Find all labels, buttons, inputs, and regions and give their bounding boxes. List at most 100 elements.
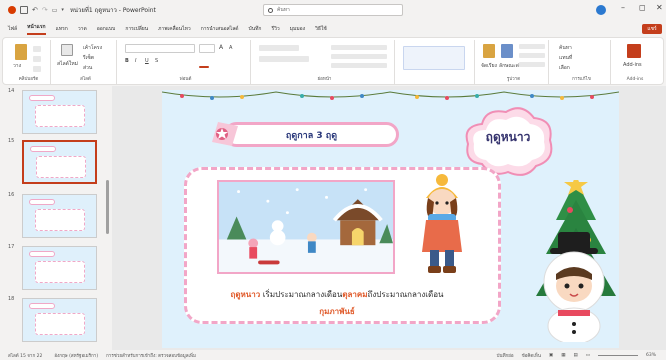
- bold-icon[interactable]: B: [125, 58, 129, 64]
- snowman-kid-illustration: [543, 232, 605, 342]
- autosave-icon[interactable]: [8, 6, 16, 14]
- thumb-picture: [35, 261, 85, 283]
- search-placeholder: ค้นหา: [277, 7, 290, 13]
- minimize-icon[interactable]: –: [621, 3, 625, 12]
- ribbon-tabs: ไฟล์ หน้าแรก แทรก วาด ออกแบบ การเปลี่ยน …: [0, 22, 666, 36]
- body-text-part2: ถึงประมาณกลางเดือน: [367, 290, 444, 299]
- smartart-icon[interactable]: [331, 63, 387, 68]
- font-size-field[interactable]: [199, 44, 215, 53]
- winter-girl-illustration: [422, 174, 462, 273]
- text-direction-icon[interactable]: [331, 45, 387, 50]
- paste-icon[interactable]: [15, 44, 27, 60]
- zoom-slider[interactable]: [597, 355, 638, 356]
- zoom-level[interactable]: 63%: [646, 353, 656, 358]
- language-indicator[interactable]: อังกฤษ (สหรัฐอเมริกา): [54, 352, 98, 359]
- align-text-icon[interactable]: [331, 54, 387, 59]
- thumb-picture: [35, 209, 85, 231]
- new-slide-icon[interactable]: [61, 44, 73, 56]
- slide-thumbnail[interactable]: [22, 298, 97, 342]
- section-button[interactable]: ส่วน: [83, 64, 92, 72]
- italic-icon[interactable]: I: [135, 58, 136, 64]
- arrange-icon[interactable]: [483, 44, 495, 58]
- tab-file[interactable]: ไฟล์: [8, 25, 17, 33]
- slideshow-icon[interactable]: ▭: [586, 353, 590, 358]
- paste-label: วาง: [13, 63, 22, 69]
- group-label-font: ฟอนต์: [179, 77, 192, 82]
- thumb-header: [29, 251, 55, 257]
- search-box[interactable]: ค้นหา: [263, 4, 403, 16]
- close-icon[interactable]: ✕: [656, 3, 663, 12]
- reading-view-icon[interactable]: ▤: [573, 353, 577, 358]
- comments-button[interactable]: ข้อคิดเห็น: [522, 352, 541, 359]
- share-button[interactable]: แชร์: [642, 24, 662, 34]
- tab-animations[interactable]: ภาพเคลื่อนไหว: [158, 25, 191, 33]
- editing-group: ค้นหา แทนที่ เลือก การแก้ไข: [553, 40, 611, 84]
- decrease-font-icon[interactable]: A: [229, 45, 232, 51]
- thumb-number: 15: [8, 138, 15, 144]
- current-slide[interactable]: ฤดูกาล 3 ฤดู ฤดูหนาว ฤดูหนาว เริ่มประมาณ…: [162, 90, 619, 348]
- group-label-editing: การแก้ไข: [572, 77, 591, 82]
- shapes-group: [399, 40, 475, 84]
- shadow-icon[interactable]: S: [155, 58, 158, 64]
- tab-insert[interactable]: แทรก: [56, 25, 68, 33]
- underline-icon[interactable]: U: [145, 58, 149, 64]
- tab-draw[interactable]: วาด: [78, 25, 87, 33]
- increase-font-icon[interactable]: A: [219, 44, 223, 51]
- replace-button[interactable]: แทนที่: [559, 54, 572, 62]
- redo-icon[interactable]: ↷: [42, 6, 48, 14]
- thumb-number: 17: [8, 244, 15, 250]
- avatar[interactable]: [596, 5, 606, 15]
- layout-button[interactable]: เค้าโครง: [83, 44, 102, 52]
- tab-help[interactable]: วิธีใช้: [315, 25, 327, 33]
- winter-scene-picture[interactable]: [217, 180, 395, 274]
- slide-thumbnail[interactable]: [22, 194, 97, 238]
- format-painter-icon[interactable]: [33, 66, 41, 72]
- slide-thumbnail[interactable]: [22, 246, 97, 290]
- shape-effects-icon[interactable]: [519, 62, 545, 67]
- group-label-paragraph: ย่อหน้า: [317, 77, 332, 82]
- clipboard-group: วาง คลิปบอร์ด: [7, 40, 51, 84]
- font-name-field[interactable]: [125, 44, 195, 53]
- tab-review[interactable]: รีวิว: [271, 25, 279, 33]
- slide-sorter-icon[interactable]: ▦: [561, 353, 565, 358]
- slide-thumbnail-pane: 14 15 16 17 18: [0, 86, 112, 350]
- tab-home[interactable]: หน้าแรก: [27, 23, 46, 35]
- shape-outline-icon[interactable]: [519, 53, 545, 58]
- paragraph-group: ย่อหน้า: [255, 40, 395, 84]
- align-icons[interactable]: [259, 56, 309, 62]
- shapes-gallery-icon[interactable]: [403, 46, 465, 70]
- tab-record[interactable]: บันทึก: [249, 25, 262, 33]
- accessibility-indicator[interactable]: การช่วยสำหรับการเข้าถึง: ตรวจสอบข้อมูลเพ…: [106, 352, 196, 359]
- tab-slideshow[interactable]: การนำเสนอสไลด์: [201, 25, 239, 33]
- normal-view-icon[interactable]: ▣: [549, 353, 553, 358]
- slide-thumbnail[interactable]: [22, 90, 97, 134]
- lights-garland: [162, 91, 619, 100]
- bullets-icon[interactable]: [259, 45, 299, 51]
- thumb-header: [29, 303, 55, 309]
- cut-icon[interactable]: [33, 46, 41, 52]
- quick-styles-icon[interactable]: [501, 44, 513, 58]
- shape-fill-icon[interactable]: [519, 44, 545, 49]
- thumbnail-scrollbar[interactable]: [106, 180, 109, 234]
- save-icon[interactable]: [20, 6, 28, 14]
- select-button[interactable]: เลือก: [559, 64, 570, 72]
- group-label-addins: Add-ins: [626, 77, 644, 82]
- font-color-icon[interactable]: [199, 66, 209, 68]
- customize-icon[interactable]: ▾: [61, 7, 64, 13]
- present-icon[interactable]: ▭: [52, 7, 58, 14]
- addins-icon[interactable]: [627, 44, 641, 58]
- slide-thumbnail-selected[interactable]: [22, 140, 97, 184]
- maximize-icon[interactable]: ◻: [639, 3, 646, 12]
- addins-label: Add-ins: [623, 62, 642, 68]
- slides-group: สไลด์ใหม่ เค้าโครง รีเซ็ต ส่วน สไลด์: [55, 40, 117, 84]
- drawing-group: จัดเรียง ลักษณะด่วน รูปวาด: [479, 40, 549, 84]
- tab-design[interactable]: ออกแบบ: [97, 25, 116, 33]
- tab-transitions[interactable]: การเปลี่ยน: [125, 25, 148, 33]
- copy-icon[interactable]: [33, 56, 41, 62]
- tab-view[interactable]: มุมมอง: [290, 25, 305, 33]
- reset-button[interactable]: รีเซ็ต: [83, 54, 94, 62]
- snowflake-badge-icon: [212, 122, 238, 146]
- notes-button[interactable]: บันทึกย่อ: [497, 352, 514, 359]
- find-button[interactable]: ค้นหา: [559, 44, 572, 52]
- undo-icon[interactable]: ↶: [32, 6, 38, 14]
